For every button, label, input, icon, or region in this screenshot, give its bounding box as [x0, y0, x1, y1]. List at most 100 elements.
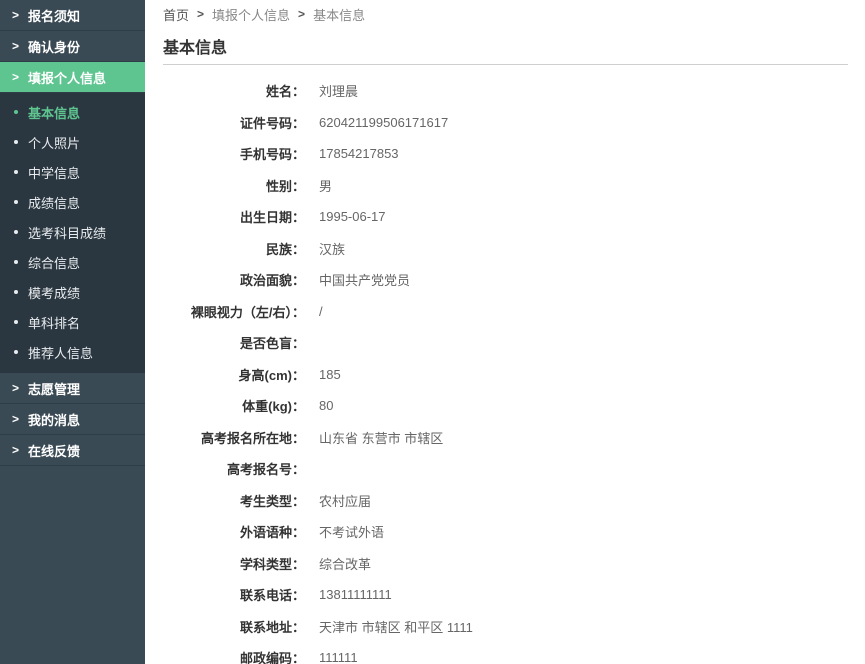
field-label: 姓名：: [265, 84, 305, 100]
sub-item-label: 成绩信息: [28, 195, 81, 211]
sub-item-personal-photo[interactable]: 个人照片: [0, 127, 145, 157]
page-title: 基本信息: [163, 28, 848, 65]
sub-item-score-info[interactable]: 成绩信息: [0, 187, 145, 217]
field-label: 高考报名所在地：: [200, 430, 305, 446]
field-value: 111111: [319, 650, 358, 664]
bullet-icon: [14, 290, 18, 294]
field-value: 男: [319, 178, 333, 194]
field-row-ethnicity: 民族： 汉族: [163, 233, 848, 265]
field-label: 联系地址：: [239, 619, 305, 635]
field-label: 体重(kg)：: [242, 399, 305, 415]
bullet-icon: [14, 260, 18, 264]
nav-item-registration-notice[interactable]: > 报名须知: [0, 0, 145, 31]
bullet-icon: [14, 110, 18, 114]
nav-item-label: 在线反馈: [28, 443, 81, 459]
sub-item-comprehensive-info[interactable]: 综合信息: [0, 247, 145, 277]
field-label: 政治面貌：: [239, 273, 305, 289]
field-value: /: [319, 303, 323, 319]
field-value: 刘理晨: [319, 84, 359, 100]
nav-item-label: 确认身份: [28, 39, 81, 55]
field-label: 考生类型：: [239, 493, 305, 509]
field-row-name: 姓名： 刘理晨: [163, 75, 848, 107]
sub-item-label: 推荐人信息: [28, 345, 94, 361]
field-value: 中国共产党党员: [319, 273, 411, 289]
sub-item-elective-scores[interactable]: 选考科目成绩: [0, 217, 145, 247]
field-row-gender: 性别： 男: [163, 170, 848, 202]
chevron-right-icon: >: [197, 7, 205, 21]
field-label: 是否色盲：: [239, 336, 305, 352]
nav-item-online-feedback[interactable]: > 在线反馈: [0, 435, 145, 466]
chevron-right-icon: >: [12, 39, 20, 53]
field-value: 不考试外语: [319, 525, 385, 541]
field-row-exam-number: 高考报名号：: [163, 453, 848, 485]
field-value: 综合改革: [319, 556, 372, 572]
bullet-icon: [14, 350, 18, 354]
field-row-foreign-language: 外语语种： 不考试外语: [163, 516, 848, 548]
bullet-icon: [14, 230, 18, 234]
field-label: 出生日期：: [239, 210, 305, 226]
sub-item-high-school-info[interactable]: 中学信息: [0, 157, 145, 187]
sub-item-label: 中学信息: [28, 165, 81, 181]
field-label: 学科类型：: [239, 556, 305, 572]
field-value: 农村应届: [319, 493, 372, 509]
subnav: 基本信息 个人照片 中学信息 成绩信息 选考科目成绩 综合信息 模考成绩 单科排…: [0, 93, 145, 373]
sub-item-label: 选考科目成绩: [28, 225, 107, 241]
field-row-height: 身高(cm)： 185: [163, 359, 848, 391]
breadcrumb-current: 基本信息: [313, 7, 366, 23]
nav-item-label: 报名须知: [28, 8, 81, 24]
nav-item-fill-personal-info[interactable]: > 填报个人信息: [0, 62, 145, 93]
field-label: 性别：: [265, 178, 305, 194]
field-label: 裸眼视力（左/右）：: [190, 304, 305, 320]
breadcrumb: 首页 > 填报个人信息 > 基本信息: [163, 0, 848, 28]
sub-item-label: 模考成绩: [28, 285, 81, 301]
field-row-birthdate: 出生日期： 1995-06-17: [163, 201, 848, 233]
breadcrumb-home-link[interactable]: 首页: [163, 5, 189, 24]
field-row-exam-location: 高考报名所在地： 山东省 东营市 市辖区: [163, 422, 848, 454]
field-value: 山东省 东营市 市辖区: [319, 430, 444, 446]
field-value: 80: [319, 398, 334, 414]
nav-item-my-messages[interactable]: > 我的消息: [0, 404, 145, 435]
sub-item-referrer-info[interactable]: 推荐人信息: [0, 337, 145, 367]
field-value: 汉族: [319, 241, 346, 257]
chevron-right-icon: >: [12, 443, 20, 457]
field-value: 185: [319, 366, 341, 382]
field-row-id-number: 证件号码： 620421199506171617: [163, 107, 848, 139]
field-label: 身高(cm)：: [238, 367, 305, 383]
sidebar: > 报名须知 > 确认身份 > 填报个人信息 基本信息 个人照片 中学信息 成绩…: [0, 0, 145, 664]
field-row-postal-code: 邮政编码： 111111: [163, 642, 848, 664]
field-row-candidate-type: 考生类型： 农村应届: [163, 485, 848, 517]
basic-info-form: 姓名： 刘理晨 证件号码： 620421199506171617 手机号码： 1…: [163, 75, 848, 664]
field-label: 高考报名号：: [226, 462, 305, 478]
nav-item-label: 填报个人信息: [28, 70, 107, 86]
chevron-right-icon: >: [12, 381, 20, 395]
nav-item-label: 我的消息: [28, 412, 81, 428]
nav-item-confirm-identity[interactable]: > 确认身份: [0, 31, 145, 62]
sub-item-mock-exam-scores[interactable]: 模考成绩: [0, 277, 145, 307]
chevron-right-icon: >: [298, 7, 306, 21]
field-row-subject-type: 学科类型： 综合改革: [163, 548, 848, 580]
field-row-weight: 体重(kg)： 80: [163, 390, 848, 422]
field-value: 13811111111: [319, 587, 392, 603]
breadcrumb-section-link[interactable]: 填报个人信息: [212, 5, 290, 24]
nav-item-preference-management[interactable]: > 志愿管理: [0, 373, 145, 404]
field-value: 17854217853: [319, 146, 399, 162]
field-row-color-blind: 是否色盲：: [163, 327, 848, 359]
field-row-contact-address: 联系地址： 天津市 市辖区 和平区 1111: [163, 611, 848, 643]
bullet-icon: [14, 170, 18, 174]
field-row-mobile: 手机号码： 17854217853: [163, 138, 848, 170]
sub-item-label: 个人照片: [28, 135, 81, 151]
chevron-right-icon: >: [12, 70, 20, 84]
bullet-icon: [14, 320, 18, 324]
field-row-contact-phone: 联系电话： 13811111111: [163, 579, 848, 611]
field-label: 手机号码：: [239, 147, 305, 163]
field-row-vision: 裸眼视力（左/右）： /: [163, 296, 848, 328]
field-row-political-status: 政治面貌： 中国共产党党员: [163, 264, 848, 296]
field-value: 1995-06-17: [319, 209, 386, 225]
field-label: 民族：: [265, 241, 305, 257]
sub-item-label: 综合信息: [28, 255, 81, 271]
bullet-icon: [14, 200, 18, 204]
chevron-right-icon: >: [12, 412, 20, 426]
sub-item-basic-info[interactable]: 基本信息: [0, 97, 145, 127]
chevron-right-icon: >: [12, 8, 20, 22]
sub-item-subject-ranking[interactable]: 单科排名: [0, 307, 145, 337]
